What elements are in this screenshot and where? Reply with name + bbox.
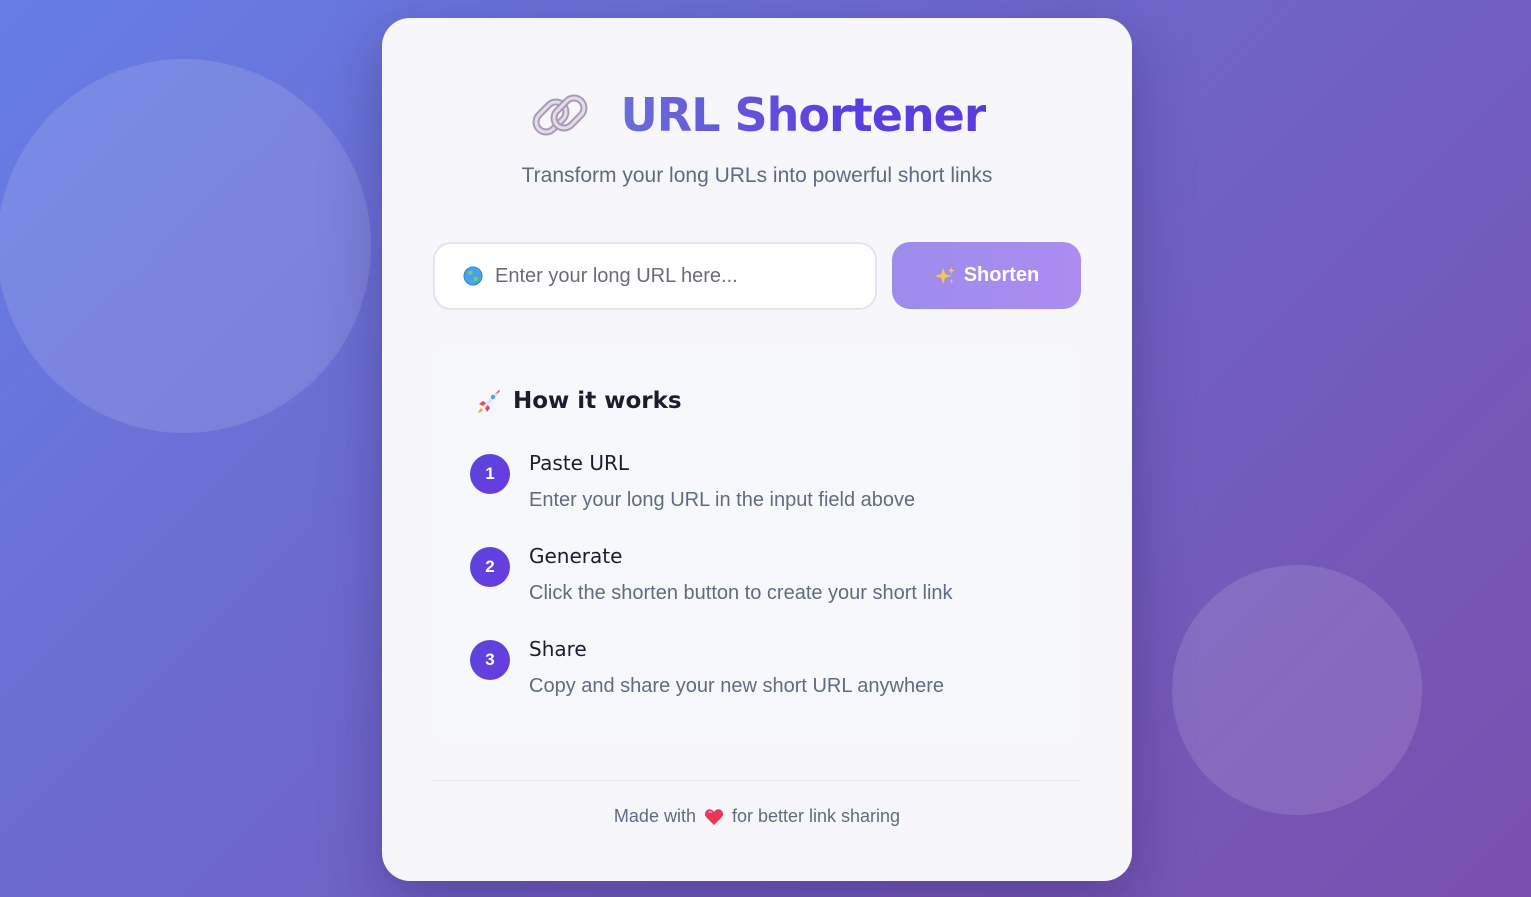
step-description: Enter your long URL in the input field a… — [529, 489, 916, 511]
step-number-badge: 2 — [470, 547, 510, 587]
globe-icon — [463, 266, 483, 286]
shorten-button[interactable]: Shorten — [892, 242, 1081, 309]
rocket-icon — [478, 389, 500, 413]
step-description: Click the shorten button to create your … — [529, 582, 953, 604]
page-title: URL Shortener — [620, 88, 986, 142]
step-paste-url: 1 Paste URL Enter your long URL in the i… — [470, 451, 1050, 521]
step-share: 3 Share Copy and share your new short UR… — [470, 637, 1050, 707]
background-circle-right — [1172, 565, 1422, 815]
step-number-badge: 3 — [470, 640, 510, 680]
background-circle-left — [0, 59, 371, 433]
shortener-card: URL Shortener Transform your long URLs i… — [382, 18, 1132, 881]
heart-icon — [704, 808, 724, 825]
footer-suffix: for better link sharing — [731, 806, 901, 826]
shorten-button-label: Shorten — [963, 264, 1040, 286]
how-it-works-header: How it works — [473, 386, 682, 416]
footer: Made with for better link sharing — [382, 806, 1132, 827]
footer-prefix: Made with — [613, 806, 696, 826]
footer-divider — [433, 780, 1081, 781]
page-subtitle: Transform your long URLs into powerful s… — [521, 164, 993, 187]
step-title: Share — [529, 637, 587, 661]
step-number-badge: 1 — [470, 454, 510, 494]
sparkle-icon — [934, 266, 955, 284]
link-icon — [533, 94, 588, 136]
header: URL Shortener — [382, 80, 1132, 150]
step-description: Copy and share your new short URL anywhe… — [529, 675, 945, 697]
how-it-works-title: How it works — [513, 388, 682, 414]
step-generate: 2 Generate Click the shorten button to c… — [470, 544, 1050, 614]
step-title: Generate — [529, 544, 623, 568]
step-title: Paste URL — [529, 451, 630, 475]
how-it-works-panel: How it works 1 Paste URL Enter your long… — [433, 346, 1081, 742]
url-input[interactable] — [493, 263, 837, 289]
url-input-container[interactable] — [433, 242, 877, 310]
